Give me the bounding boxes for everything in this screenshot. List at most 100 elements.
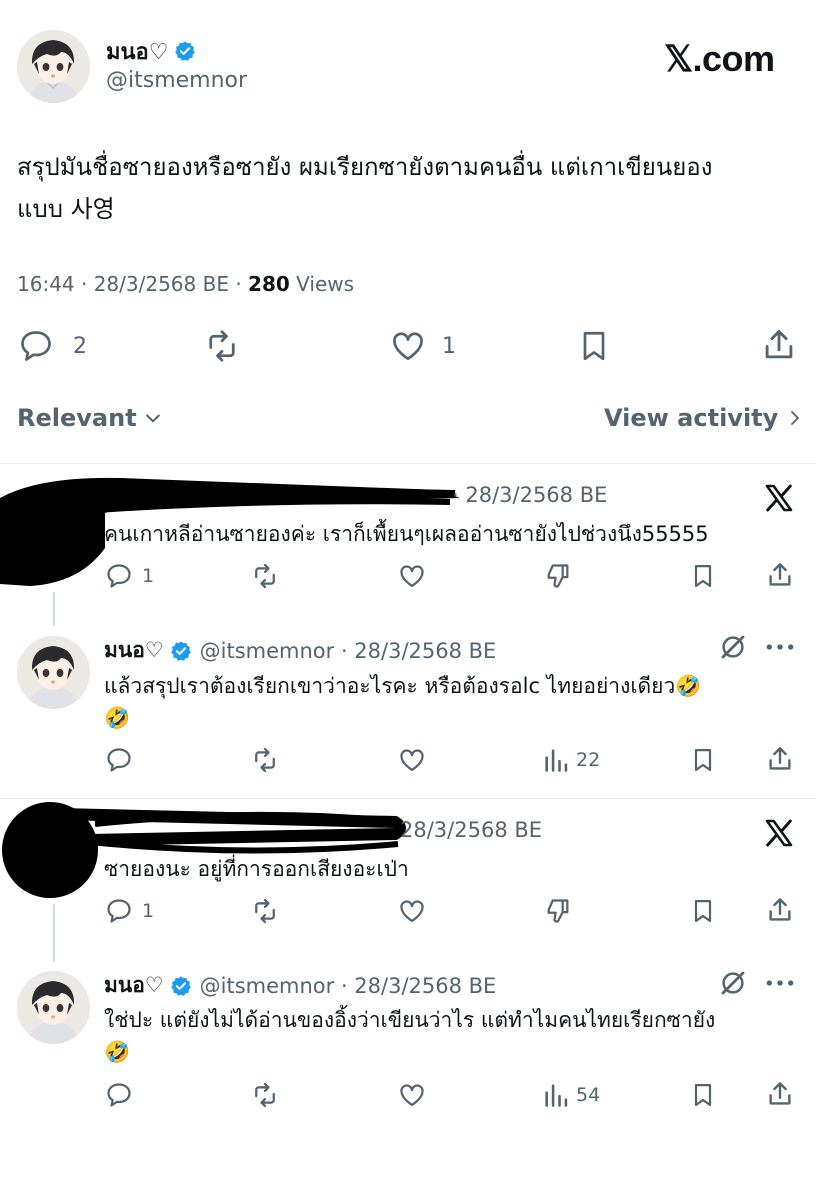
like-icon (396, 1081, 428, 1109)
retweet-button[interactable] (248, 746, 282, 774)
dislike-icon (542, 562, 574, 590)
reply-meta: · 28/3/2568 BE (452, 483, 608, 507)
author-avatar[interactable] (17, 30, 90, 103)
share-button[interactable] (764, 895, 796, 925)
grok-icon[interactable] (718, 968, 748, 998)
reply-header: มนอ♡ @itsmemnor · 28/3/2568 BE (104, 969, 496, 1002)
author-display-name[interactable]: มนอ♡ (106, 34, 168, 69)
reply-icon (17, 328, 55, 364)
reply-text-line: ใช่ปะ แต่ยังไม่ได้อ่านของอิ้งว่าเขียนว่า… (104, 1008, 716, 1032)
reply-icon (104, 1081, 134, 1109)
author-avatar[interactable] (17, 636, 90, 709)
more-icon[interactable] (764, 972, 796, 994)
reply-icon (104, 897, 134, 925)
share-button[interactable] (764, 1079, 796, 1109)
share-icon (760, 326, 798, 364)
bookmark-icon (688, 746, 718, 774)
reply-text: ซายองนะ อยู่ที่การออกเสียงอะเป่า (104, 857, 409, 881)
like-icon (396, 897, 428, 925)
retweet-button[interactable] (248, 562, 282, 590)
view-activity-label: View activity (604, 404, 779, 432)
reply-display-name[interactable]: มนอ♡ (104, 634, 164, 667)
grok-icon[interactable] (718, 632, 748, 662)
like-button[interactable] (396, 562, 428, 590)
tweet-timestamp[interactable]: 16:44 · 28/3/2568 BE · (17, 272, 248, 296)
share-button[interactable] (760, 326, 798, 364)
tweet-text: สรุปมันชื่อซายองหรือซายัง ผมเรียกซายังตา… (17, 146, 807, 230)
retweet-button[interactable] (248, 897, 282, 925)
chevron-down-icon (143, 408, 163, 428)
reply-button[interactable]: 2 (17, 328, 87, 364)
reply-display-name[interactable]: มนอ♡ (104, 969, 164, 1002)
tweet-meta: 16:44 · 28/3/2568 BE · 280 Views (17, 272, 354, 296)
reply-button[interactable] (104, 746, 134, 774)
views-count: 22 (576, 749, 601, 771)
bookmark-icon (688, 562, 718, 590)
reply-header: มนอ♡ @itsmemnor · 28/3/2568 BE (104, 634, 496, 667)
retweet-button[interactable] (201, 328, 243, 364)
reply-button[interactable] (104, 1081, 134, 1109)
reply-text: คนเกาหลีอ่านซายองค่ะ เราก็เพื้ยนๆเผลออ่า… (104, 522, 709, 546)
author-handle[interactable]: @itsmemnor (106, 68, 247, 93)
bookmark-icon (688, 897, 718, 925)
reply-count: 2 (73, 333, 87, 359)
dislike-button[interactable] (542, 562, 574, 590)
reply-count: 1 (142, 900, 155, 922)
like-icon (388, 328, 428, 364)
share-icon (764, 895, 796, 925)
retweet-icon (248, 562, 282, 590)
retweet-icon (248, 897, 282, 925)
retweet-button[interactable] (248, 1081, 282, 1109)
share-button[interactable] (764, 560, 796, 590)
author-name-row[interactable]: มนอ♡ (106, 36, 196, 66)
view-activity-link[interactable]: View activity (604, 404, 804, 432)
reply-button[interactable]: 1 (104, 897, 154, 925)
like-button[interactable] (396, 746, 428, 774)
bookmark-button[interactable] (576, 328, 612, 364)
site-label: 𝕏.com (664, 38, 775, 79)
reply-text-line: แล้วสรุปเราต้องเรียกเขาว่าอะไรคะ หรือต้อ… (104, 674, 702, 698)
views-button[interactable]: 54 (542, 1081, 600, 1109)
views-label: Views (289, 272, 355, 296)
like-button[interactable] (396, 897, 428, 925)
divider (0, 463, 816, 464)
bookmark-button[interactable] (688, 746, 718, 774)
bookmark-button[interactable] (688, 562, 718, 590)
author-avatar[interactable] (17, 971, 90, 1044)
like-count: 1 (442, 333, 456, 359)
reply-button[interactable]: 1 (104, 562, 154, 590)
views-icon (542, 1081, 570, 1109)
reply-icon (104, 562, 134, 590)
reply-meta[interactable]: @itsmemnor · 28/3/2568 BE (200, 639, 497, 663)
views-count: 280 (248, 272, 290, 296)
more-icon[interactable] (764, 636, 796, 658)
dislike-button[interactable] (542, 897, 574, 925)
reply-text: แล้วสรุปเราต้องเรียกเขาว่าอะไรคะ หรือต้อ… (104, 670, 701, 734)
retweet-icon (248, 1081, 282, 1109)
sort-relevant-dropdown[interactable]: Relevant (17, 404, 163, 432)
like-button[interactable]: 1 (388, 328, 456, 364)
share-icon (764, 1079, 796, 1109)
bookmark-icon (576, 328, 612, 364)
reply-text-line: 🤣 (104, 1040, 131, 1064)
like-button[interactable] (396, 1081, 428, 1109)
verified-badge-icon (170, 640, 192, 662)
like-icon (396, 746, 428, 774)
verified-badge-icon (170, 975, 192, 997)
reply-meta[interactable]: @itsmemnor · 28/3/2568 BE (200, 974, 497, 998)
sort-relevant-label: Relevant (17, 404, 137, 432)
thread-line (53, 592, 55, 626)
thread-line (53, 904, 55, 962)
views-count: 54 (576, 1084, 601, 1106)
bookmark-button[interactable] (688, 1081, 718, 1109)
share-button[interactable] (764, 744, 796, 774)
tweet-text-line: แบบ 사영 (17, 195, 115, 223)
bookmark-button[interactable] (688, 897, 718, 925)
views-button[interactable]: 22 (542, 746, 600, 774)
bookmark-icon (688, 1081, 718, 1109)
retweet-icon (201, 328, 243, 364)
views-icon (542, 746, 570, 774)
reply-meta: 28/3/2568 BE (400, 818, 543, 842)
x-logo-icon (762, 817, 796, 849)
share-icon (764, 560, 796, 590)
